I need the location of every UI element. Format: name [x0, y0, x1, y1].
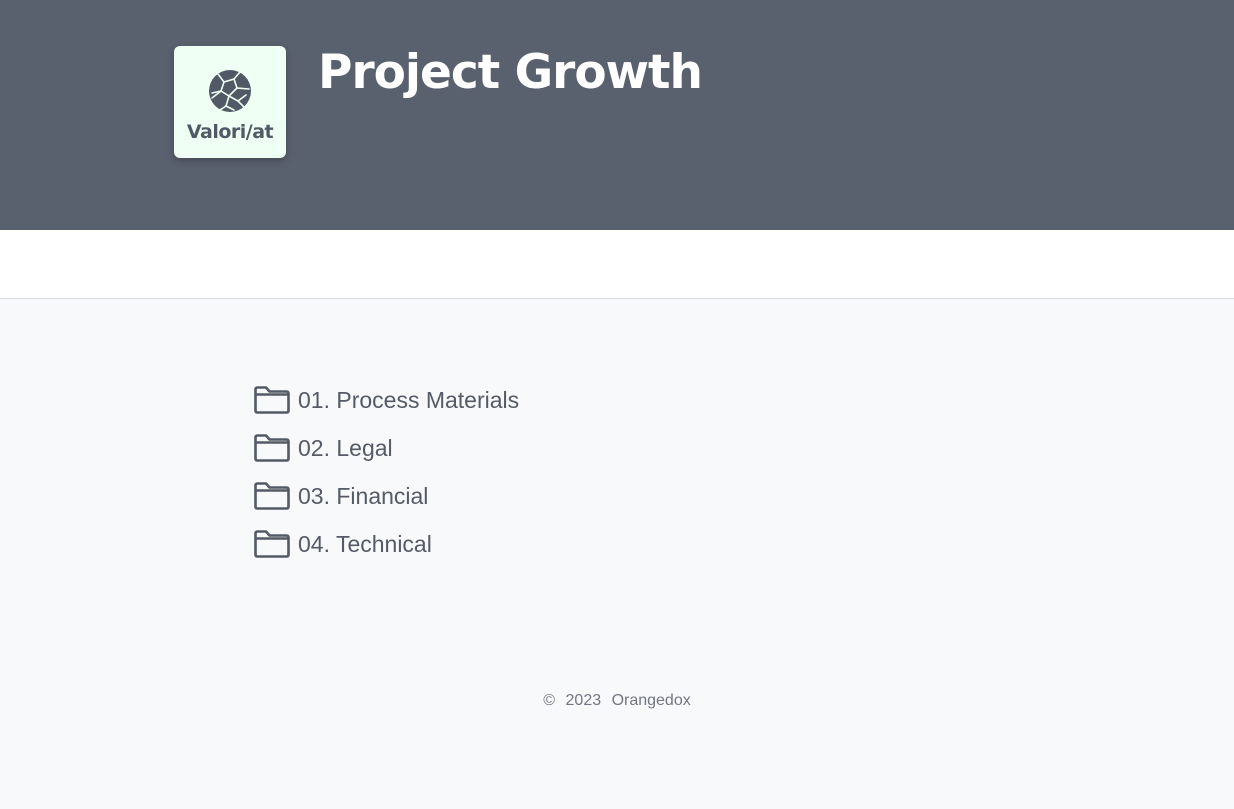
company-logo[interactable]: Valori/at [174, 46, 286, 158]
footer: © 2023 Orangedox [0, 692, 1234, 710]
folder-item-technical[interactable]: 04. Technical [253, 520, 519, 568]
folder-icon [254, 482, 290, 510]
folder-item-legal[interactable]: 02. Legal [253, 424, 519, 472]
toolbar-area [0, 230, 1234, 299]
folder-item-financial[interactable]: 03. Financial [253, 472, 519, 520]
folder-icon [254, 434, 290, 462]
copyright-symbol: © [543, 692, 556, 709]
folder-list: 01. Process Materials 02. Legal 03. Fina… [253, 376, 519, 568]
folder-label: 02. Legal [298, 435, 393, 461]
footer-company-link[interactable]: Orangedox [612, 692, 691, 709]
copyright-year: 2023 [565, 692, 602, 709]
folder-label: 04. Technical [298, 531, 432, 557]
page-title: Project Growth [318, 45, 703, 100]
page-header: Valori/at Project Growth [0, 0, 1234, 230]
folder-icon [254, 386, 290, 414]
logo-wordmark: Valori/at [186, 121, 274, 143]
folder-item-process-materials[interactable]: 01. Process Materials [253, 376, 519, 424]
folder-icon [254, 530, 290, 558]
folder-label: 03. Financial [298, 483, 429, 509]
folder-label: 01. Process Materials [298, 387, 520, 413]
